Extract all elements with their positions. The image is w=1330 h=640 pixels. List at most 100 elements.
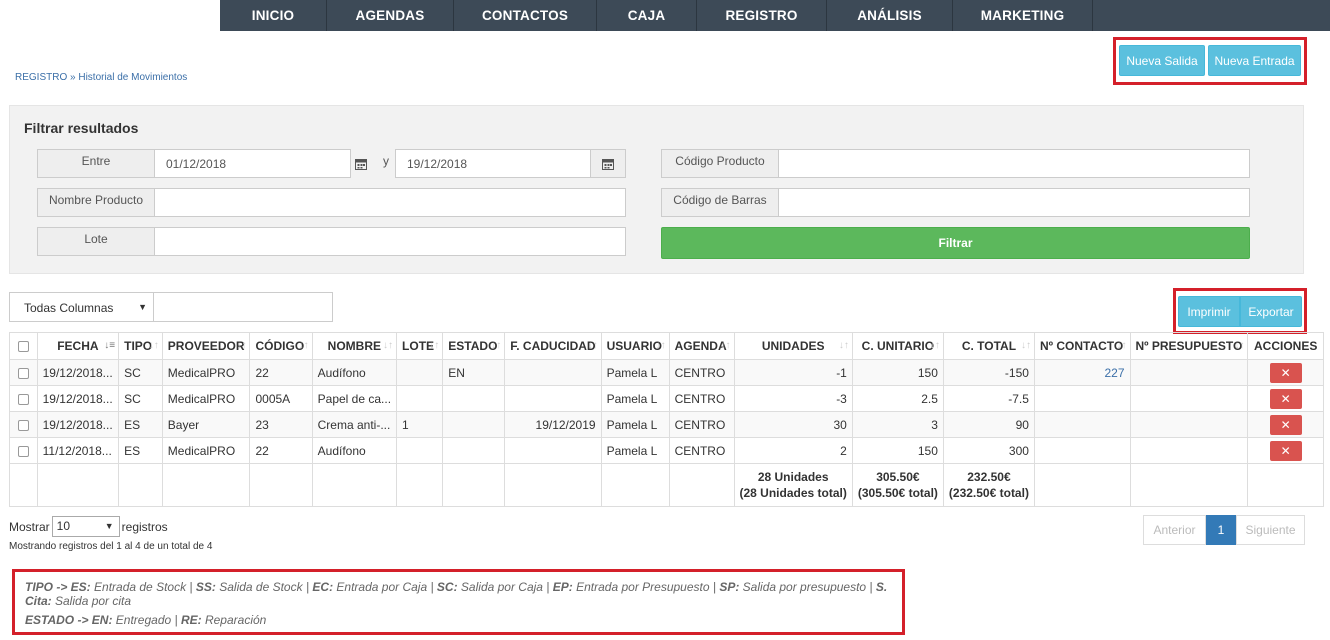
cell-codigo: 0005A [249, 385, 313, 412]
cell-c-unitario: 150 [851, 437, 944, 464]
next-page-button[interactable]: Siguiente [1236, 515, 1305, 545]
total-c-total: 232.50€ (232.50€ total) [942, 463, 1035, 507]
nombre-producto-input[interactable] [154, 188, 626, 217]
col-lote[interactable]: LOTE ↓↑ [396, 332, 444, 360]
col-c-unitario[interactable]: C. UNITARIO ↓↑ [851, 332, 944, 360]
legend-desc: Salida por Caja | [457, 580, 553, 594]
sort-icon: ↓↑ [1234, 340, 1245, 351]
cell-usuario: Pamela L [600, 385, 670, 412]
col-n-presupuesto[interactable]: Nº PRESUPUESTO ↓↑ [1129, 332, 1249, 360]
col-proveedor[interactable]: PROVEEDOR ↓↑ [161, 332, 251, 360]
cell-unidades: -1 [733, 359, 853, 386]
col-nombre[interactable]: NOMBRE ↓↑ [311, 332, 398, 360]
col-usuario[interactable]: USUARIO ↓↑ [600, 332, 670, 360]
cell-agenda: CENTRO [668, 385, 735, 412]
row-checkbox[interactable] [9, 359, 38, 386]
cell-proveedor: MedicalPRO [161, 437, 251, 464]
row-checkbox[interactable] [9, 385, 38, 412]
nav-caja[interactable]: CAJA [597, 0, 697, 31]
nueva-entrada-button[interactable]: Nueva Entrada [1208, 45, 1301, 76]
cell-codigo: 23 [249, 411, 313, 438]
row-checkbox[interactable] [9, 411, 38, 438]
col-unidades[interactable]: UNIDADES ↓↑ [733, 332, 853, 360]
cell-lote [396, 437, 444, 464]
exportar-button[interactable]: Exportar [1240, 296, 1302, 327]
table-row: 19/12/2018... ES Bayer 23 Crema anti-...… [9, 411, 1324, 438]
delete-button[interactable]: ✕ [1269, 362, 1302, 383]
cell-presupuesto [1129, 437, 1249, 464]
cell-tipo: SC [118, 385, 163, 412]
nav-analisis[interactable]: ANÁLISIS [827, 0, 953, 31]
movements-table: FECHA ↓≡ TIPO ↓↑ PROVEEDOR ↓↑ CÓDIGO ↓↑ NOMB… [9, 332, 1324, 507]
nueva-salida-button[interactable]: Nueva Salida [1119, 45, 1206, 76]
legend-code: SP: [719, 580, 740, 594]
total-unidades: 28 Unidades (28 Unidades total) [733, 463, 853, 507]
table-header-row: FECHA ↓≡ TIPO ↓↑ PROVEEDOR ↓↑ CÓDIGO ↓↑ NOMB… [9, 332, 1324, 360]
contact-link[interactable]: 227 [1033, 359, 1131, 386]
page-length-select[interactable]: 10 ▼ [51, 516, 120, 537]
cell-proveedor: MedicalPRO [161, 385, 251, 412]
top-navigation: INICIO AGENDAS CONTACTOS CAJA REGISTRO A… [0, 0, 1330, 31]
col-fecha[interactable]: FECHA ↓≡ [36, 332, 120, 360]
cell-fecha: 11/12/2018... [36, 437, 120, 464]
lote-input[interactable] [154, 227, 626, 256]
sort-icon: ↓↑ [838, 340, 849, 351]
cell-c-total: 300 [942, 437, 1035, 464]
sort-icon: ↓↑ [429, 340, 440, 351]
legend-desc: Salida de Stock | [215, 580, 313, 594]
row-checkbox[interactable] [9, 437, 38, 464]
contact-link[interactable] [1033, 411, 1131, 438]
sort-icon: ↓↑ [1020, 340, 1031, 351]
cell-usuario: Pamela L [600, 411, 670, 438]
entre-label: Entre [37, 149, 155, 178]
filtrar-button[interactable]: Filtrar [661, 227, 1250, 259]
breadcrumb[interactable]: REGISTRO » Historial de Movimientos [15, 72, 187, 83]
cell-nombre: Papel de ca... [311, 385, 398, 412]
cell-codigo: 22 [249, 437, 313, 464]
select-all-checkbox[interactable] [9, 332, 38, 360]
codigo-producto-label: Código Producto [661, 149, 779, 178]
delete-button[interactable]: ✕ [1269, 388, 1302, 409]
contact-link[interactable] [1033, 385, 1131, 412]
nav-inicio[interactable]: INICIO [220, 0, 327, 31]
date-from-input[interactable]: 01/12/2018 [154, 149, 351, 178]
cell-estado: EN [442, 359, 506, 386]
col-caducidad[interactable]: F. CADUCIDAD ↓↑ [504, 332, 602, 360]
page-length-value: 10 [56, 519, 71, 533]
nav-agendas[interactable]: AGENDAS [327, 0, 454, 31]
table-row: 19/12/2018... SC MedicalPRO 22 Audífono … [9, 359, 1324, 386]
page-1-button[interactable]: 1 [1206, 515, 1236, 545]
column-select[interactable]: Todas Columnas ▼ [9, 292, 154, 322]
cell-proveedor: MedicalPRO [161, 359, 251, 386]
filter-title: Filtrar resultados [24, 120, 139, 136]
nav-registro[interactable]: REGISTRO [697, 0, 827, 31]
nav-bar: INICIO AGENDAS CONTACTOS CAJA REGISTRO A… [220, 0, 1330, 31]
col-estado[interactable]: ESTADO ↓↑ [442, 332, 506, 360]
prev-page-button[interactable]: Anterior [1143, 515, 1206, 545]
codigo-barras-input[interactable] [778, 188, 1250, 217]
legend-code: EP: [552, 580, 573, 594]
col-n-contacto[interactable]: Nº CONTACTO ↓↑ [1033, 332, 1131, 360]
calendar-icon[interactable] [350, 149, 372, 178]
nav-contactos[interactable]: CONTACTOS [454, 0, 597, 31]
calendar-icon[interactable] [590, 149, 626, 178]
imprimir-button[interactable]: Imprimir [1178, 296, 1240, 327]
col-c-total[interactable]: C. TOTAL ↓↑ [942, 332, 1035, 360]
legend-desc: Salida por presupuesto | [739, 580, 876, 594]
contact-link[interactable] [1033, 437, 1131, 464]
delete-button[interactable]: ✕ [1269, 440, 1302, 461]
registros-label: registros [121, 519, 168, 534]
column-search-input[interactable] [153, 292, 333, 322]
col-tipo[interactable]: TIPO ↓↑ [118, 332, 163, 360]
delete-button[interactable]: ✕ [1269, 414, 1302, 435]
date-to-input[interactable]: 19/12/2018 [395, 149, 591, 178]
cell-usuario: Pamela L [600, 437, 670, 464]
cell-caducidad: 19/12/2019 [504, 411, 602, 438]
nav-marketing[interactable]: MARKETING [953, 0, 1093, 31]
col-codigo[interactable]: CÓDIGO ↓↑ [249, 332, 313, 360]
codigo-producto-input[interactable] [778, 149, 1250, 178]
col-agenda[interactable]: AGENDA ↓↑ [668, 332, 735, 360]
cell-unidades: 2 [733, 437, 853, 464]
cell-tipo: ES [118, 437, 163, 464]
cell-caducidad [504, 385, 602, 412]
